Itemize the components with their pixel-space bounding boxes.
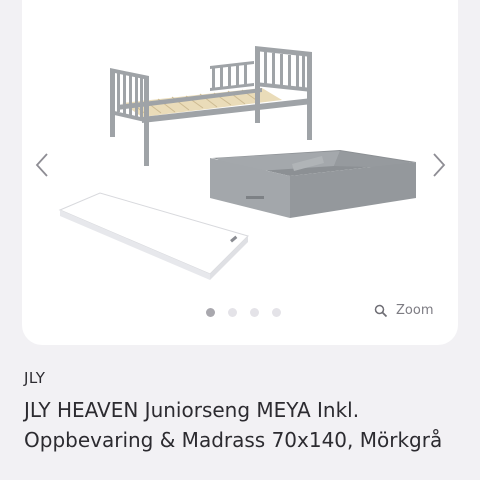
zoom-button[interactable]: Zoom	[374, 303, 433, 318]
next-image-button[interactable]	[424, 145, 454, 185]
slide-dot[interactable]	[272, 308, 281, 317]
product-brand[interactable]: JLY	[24, 369, 45, 387]
chevron-left-icon	[35, 153, 48, 177]
zoom-label: Zoom	[396, 303, 434, 318]
product-image-gallery[interactable]: Zoom	[22, 0, 458, 345]
chevron-right-icon	[433, 153, 446, 177]
search-icon	[374, 304, 388, 317]
slide-dot[interactable]	[228, 308, 237, 317]
slide-indicator	[206, 308, 281, 317]
slide-dot[interactable]	[206, 308, 215, 317]
mattress-illustration	[58, 192, 249, 280]
product-title: JLY HEAVEN Juniorseng MEYA Inkl. Oppbeva…	[24, 398, 443, 452]
product-image[interactable]	[22, 0, 458, 320]
slide-dot[interactable]	[250, 308, 259, 317]
junior-bed-illustration	[110, 46, 312, 166]
previous-image-button[interactable]	[27, 145, 57, 185]
storage-drawer-illustration	[210, 150, 416, 218]
